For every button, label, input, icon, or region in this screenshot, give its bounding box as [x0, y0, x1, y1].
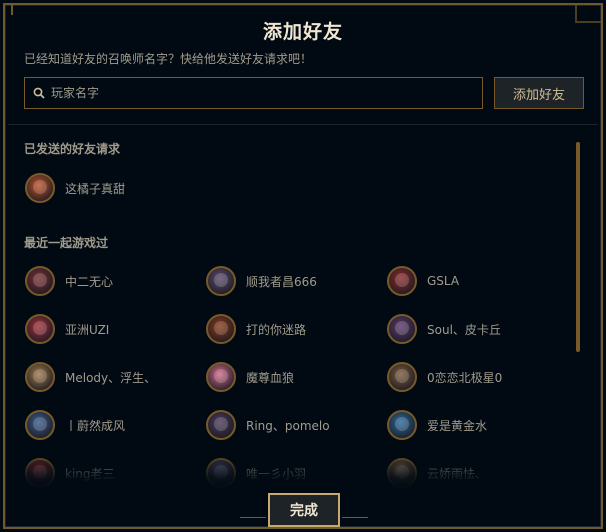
add-friend-button[interactable]: 添加好友 [494, 77, 584, 109]
friend-entry[interactable]: 亚洲UZI [25, 314, 109, 344]
friend-entry[interactable]: 这橘子真甜 [25, 173, 125, 203]
friend-name: 0恋恋北极星0 [427, 370, 503, 385]
avatar [387, 410, 417, 440]
friend-entry[interactable]: 0恋恋北极星0 [387, 362, 502, 392]
button-ornament [342, 517, 368, 518]
avatar [25, 173, 55, 203]
scroll-fade [8, 450, 574, 490]
avatar [206, 362, 236, 392]
avatar [206, 266, 236, 296]
friend-name: GSLA [427, 274, 460, 288]
avatar [25, 410, 55, 440]
friend-name: Soul、皮卡丘 [427, 322, 501, 337]
friend-name: 顺我者昌666 [246, 274, 317, 289]
dialog-subtitle: 已经知道好友的召唤师名字？快给他发送好友请求吧！ [24, 52, 313, 66]
friend-entry[interactable]: 中二无心 [25, 266, 113, 296]
done-button[interactable]: 完成 [268, 493, 340, 527]
friend-entry[interactable]: Soul、皮卡丘 [387, 314, 501, 344]
avatar [25, 314, 55, 344]
search-field[interactable] [24, 77, 483, 109]
button-ornament [240, 517, 266, 518]
avatar [25, 362, 55, 392]
divider [8, 124, 598, 125]
avatar [206, 410, 236, 440]
recent-players-title: 最近一起游戏过 [24, 236, 109, 250]
friend-entry[interactable]: Ring、pomelo [206, 410, 330, 440]
search-icon [33, 87, 45, 99]
friend-name: 魔尊血狼 [246, 370, 295, 385]
dialog-title: 添加好友 [262, 21, 343, 43]
avatar [387, 362, 417, 392]
avatar [387, 314, 417, 344]
friend-entry[interactable]: 丨蔚然成风 [25, 410, 125, 440]
friend-name: 爱是黄金水 [427, 418, 488, 433]
friend-name: 这橘子真甜 [65, 181, 126, 196]
friend-name: 丨蔚然成风 [65, 418, 126, 433]
friend-entry[interactable]: Melody、浮生、 [25, 362, 156, 392]
avatar [206, 314, 236, 344]
avatar [387, 266, 417, 296]
avatar [25, 266, 55, 296]
friend-entry[interactable]: GSLA [387, 266, 459, 296]
corner-ornament [5, 5, 13, 15]
friend-entry[interactable]: 顺我者昌666 [206, 266, 317, 296]
friend-name: 打的你迷路 [246, 322, 307, 337]
scrollbar-thumb[interactable] [576, 142, 580, 352]
friend-name: 中二无心 [65, 274, 114, 289]
friend-name: 亚洲UZI [65, 322, 110, 337]
friend-entry[interactable]: 打的你迷路 [206, 314, 306, 344]
friend-name: Ring、pomelo [246, 418, 330, 433]
sent-requests-title: 已发送的好友请求 [24, 142, 121, 156]
friend-entry[interactable]: 魔尊血狼 [206, 362, 294, 392]
friend-name: Melody、浮生、 [65, 370, 157, 385]
friend-entry[interactable]: 爱是黄金水 [387, 410, 487, 440]
player-name-input[interactable] [51, 78, 471, 108]
